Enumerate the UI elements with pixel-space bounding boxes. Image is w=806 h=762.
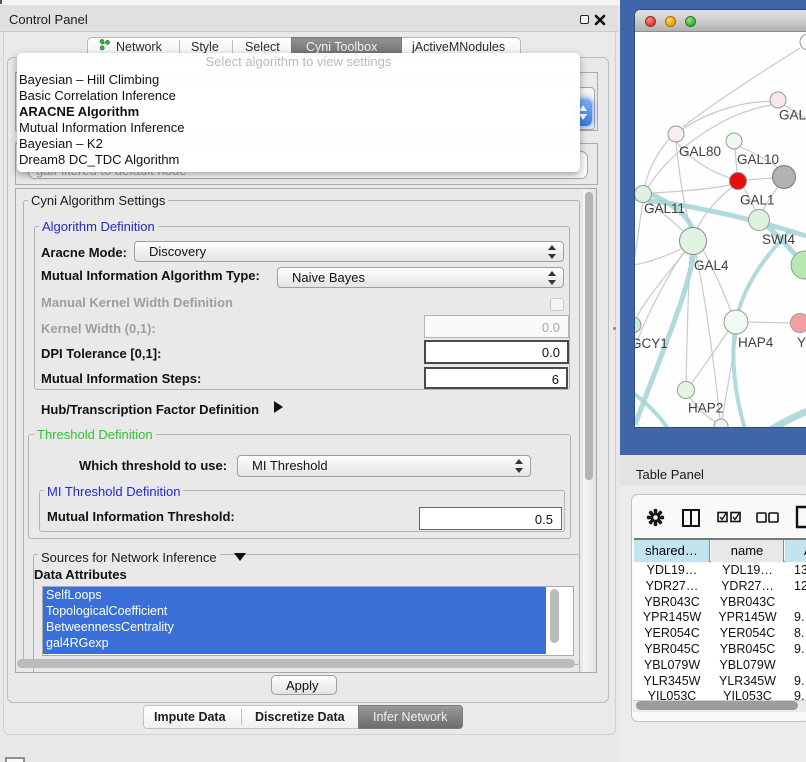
svg-text:GAL4: GAL4 xyxy=(694,258,729,273)
svg-text:GAL7: GAL7 xyxy=(779,108,806,123)
svg-text:GAL1: GAL1 xyxy=(740,193,775,208)
svg-text:GCY1: GCY1 xyxy=(635,336,668,351)
svg-text:GAL80: GAL80 xyxy=(679,144,721,159)
svg-text:HAP4: HAP4 xyxy=(738,335,774,350)
svg-text:SWI4: SWI4 xyxy=(762,232,795,247)
svg-text:GAL10: GAL10 xyxy=(737,152,779,167)
svg-text:GAL11: GAL11 xyxy=(644,201,685,216)
svg-text:HAP2: HAP2 xyxy=(688,401,723,416)
svg-text:Y: Y xyxy=(797,335,806,350)
